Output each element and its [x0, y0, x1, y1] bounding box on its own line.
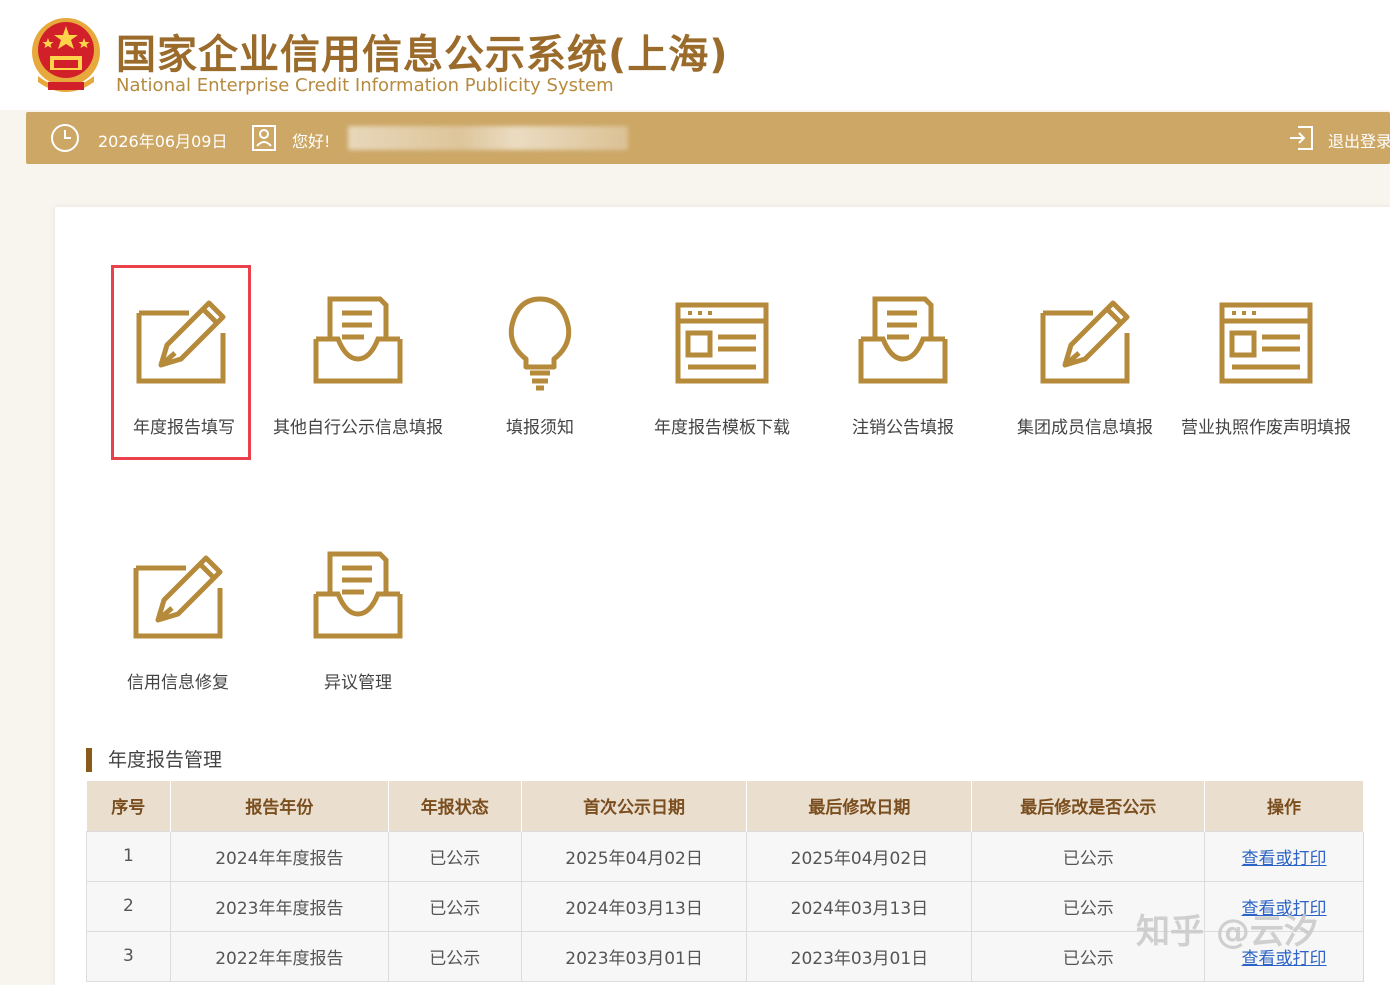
tile-credit-repair[interactable]: 信用信息修复: [108, 520, 248, 715]
tile-label: 年度报告模板下载: [654, 418, 790, 438]
cell-last-modified-public: 已公示: [971, 830, 1206, 882]
table-row: 1 2024年年度报告 已公示 2025年04月02日 2025年04月02日 …: [86, 830, 1364, 882]
tile-license-void-statement[interactable]: 营业执照作废声明填报: [1181, 265, 1351, 460]
tile-label: 注销公告填报: [852, 418, 954, 438]
logout-link[interactable]: 退出登录: [1328, 128, 1390, 152]
column-header-last-modified-date: 最后修改日期: [746, 781, 973, 831]
cell-first-publish-date: 2023年03月01日: [520, 930, 748, 982]
user-badge-icon: [252, 125, 276, 151]
tile-label: 营业执照作废声明填报: [1181, 418, 1351, 438]
inbox-document-icon: [313, 296, 403, 384]
tile-label: 集团成员信息填报: [1017, 418, 1153, 438]
user-bar: 2026年06月09日 您好! 退出登录: [26, 112, 1390, 164]
tile-label: 异议管理: [324, 673, 392, 693]
view-print-link[interactable]: 查看或打印: [1242, 849, 1327, 869]
cell-action: 查看或打印: [1204, 830, 1364, 882]
cell-index: 3: [86, 930, 171, 982]
edit-pencil-icon: [1040, 300, 1130, 384]
tile-template-download[interactable]: 年度报告模板下载: [652, 265, 792, 460]
column-header-first-publish-date: 首次公示日期: [521, 781, 748, 831]
cell-index: 2: [86, 880, 171, 932]
logout-icon[interactable]: [1288, 123, 1316, 153]
tile-group-member-info[interactable]: 集团成员信息填报: [1015, 265, 1155, 460]
table-header-row: 序号 报告年份 年报状态 首次公示日期 最后修改日期 最后修改是否公示 操作: [86, 781, 1364, 831]
cell-first-publish-date: 2024年03月13日: [520, 880, 748, 932]
column-header-index: 序号: [86, 781, 171, 831]
cell-status: 已公示: [387, 930, 522, 982]
cell-last-modified-date: 2024年03月13日: [746, 880, 973, 932]
site-subtitle: National Enterprise Credit Information P…: [116, 75, 614, 96]
cell-last-modified-date: 2025年04月02日: [746, 830, 973, 882]
redacted-username: [348, 126, 628, 150]
site-header: 国家企业信用信息公示系统(上海) National Enterprise Cre…: [0, 0, 1390, 110]
tile-label: 年度报告填写: [133, 418, 235, 438]
watermark: 知乎 @云汐: [1136, 912, 1318, 952]
column-header-last-modified-public: 最后修改是否公示: [971, 781, 1206, 831]
template-window-icon: [675, 302, 769, 384]
edit-pencil-icon: [133, 555, 223, 639]
cell-status: 已公示: [387, 830, 522, 882]
cell-report-year: 2023年年度报告: [169, 880, 389, 932]
column-header-status: 年报状态: [388, 781, 522, 831]
national-emblem-icon: [32, 18, 100, 92]
inbox-document-icon: [313, 551, 403, 639]
tile-annual-report-fill[interactable]: 年度报告填写: [111, 265, 251, 460]
template-window-icon: [1219, 302, 1313, 384]
column-header-action: 操作: [1204, 781, 1364, 831]
cell-index: 1: [86, 830, 171, 882]
tile-other-public-info[interactable]: 其他自行公示信息填报: [273, 265, 443, 460]
greeting-text: 您好!: [292, 132, 331, 151]
tile-label: 信用信息修复: [127, 673, 229, 693]
inbox-document-icon: [858, 296, 948, 384]
tile-objection-management[interactable]: 异议管理: [288, 520, 428, 715]
cell-status: 已公示: [387, 880, 522, 932]
column-header-report-year: 报告年份: [170, 781, 389, 831]
cell-last-modified-date: 2023年03月01日: [746, 930, 973, 982]
tile-cancellation-notice[interactable]: 注销公告填报: [833, 265, 973, 460]
current-date: 2026年06月09日: [98, 132, 228, 151]
clock-icon: [51, 124, 79, 152]
tile-filing-notice[interactable]: 填报须知: [470, 265, 610, 460]
section-title: 年度报告管理: [86, 748, 222, 772]
cell-first-publish-date: 2025年04月02日: [520, 830, 748, 882]
tile-label: 其他自行公示信息填报: [273, 418, 443, 438]
tile-label: 填报须知: [506, 418, 574, 438]
cell-report-year: 2024年年度报告: [169, 830, 389, 882]
lightbulb-icon: [508, 296, 572, 391]
site-title: 国家企业信用信息公示系统(上海): [116, 32, 729, 78]
edit-pencil-icon: [136, 300, 226, 384]
cell-report-year: 2022年年度报告: [169, 930, 389, 982]
